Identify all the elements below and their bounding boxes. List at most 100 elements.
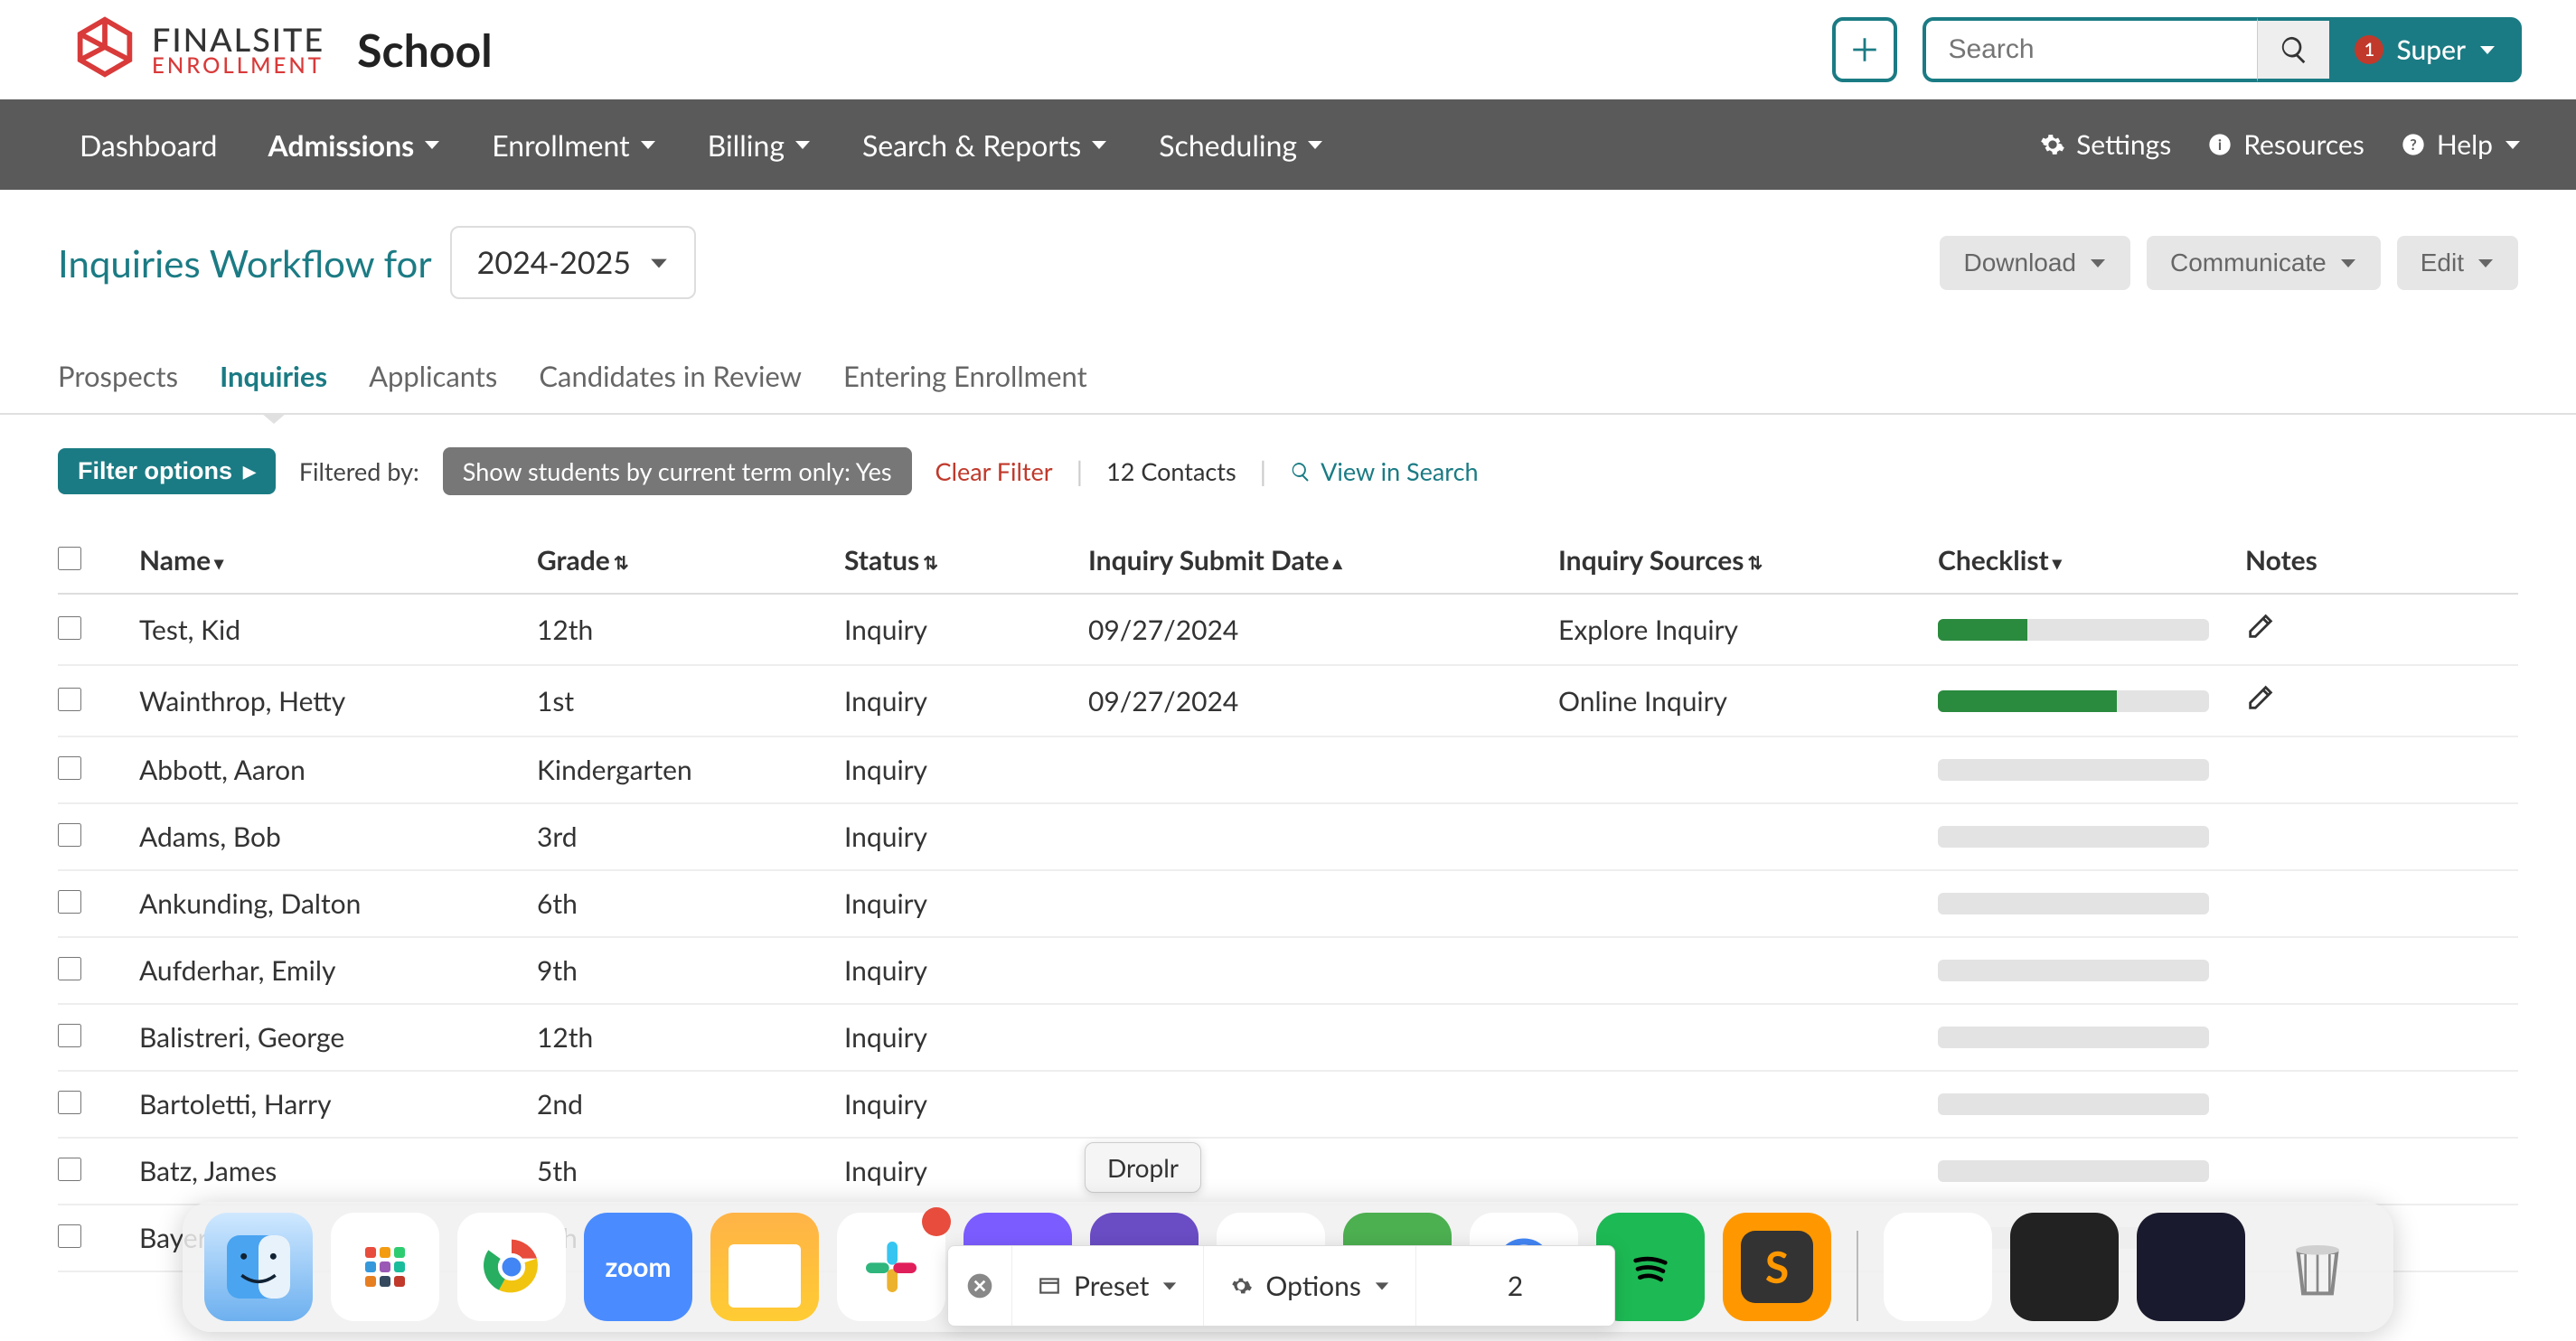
workflow-tabs: Prospects Inquiries Applicants Candidate…: [0, 317, 2576, 415]
sort-icon: ⇅: [614, 552, 629, 574]
dock-trash-icon[interactable]: [2263, 1213, 2372, 1321]
cell-name[interactable]: Balistreri, George: [139, 1021, 537, 1054]
row-checkbox[interactable]: [58, 1158, 81, 1181]
cell-name[interactable]: Aufderhar, Emily: [139, 954, 537, 987]
sort-icon: ⇅: [1747, 552, 1763, 574]
edit-note-icon[interactable]: [2245, 615, 2276, 648]
year-selector[interactable]: 2024-2025: [450, 226, 696, 299]
chevron-down-icon: [1306, 136, 1324, 154]
cell-name[interactable]: Ankunding, Dalton: [139, 887, 537, 920]
col-submit-date[interactable]: Inquiry Submit Date▴: [1088, 544, 1558, 577]
chevron-down-icon: [1161, 1278, 1178, 1294]
cell-name[interactable]: Adams, Bob: [139, 821, 537, 853]
cell-name[interactable]: Batz, James: [139, 1155, 537, 1187]
nav-help[interactable]: ?Help: [2401, 128, 2522, 161]
school-name: School: [357, 23, 493, 77]
cell-grade: 5th: [537, 1155, 844, 1187]
row-checkbox[interactable]: [58, 957, 81, 980]
row-checkbox[interactable]: [58, 823, 81, 847]
cell-source: Explore Inquiry: [1558, 614, 1938, 646]
bottom-options-button[interactable]: Options: [1203, 1246, 1415, 1326]
search-button[interactable]: [2257, 17, 2329, 82]
cell-notes[interactable]: [2245, 611, 2518, 648]
nav-scheduling[interactable]: Scheduling: [1133, 127, 1349, 163]
sort-desc-icon: ▾: [214, 552, 223, 574]
cell-checklist: [1938, 893, 2245, 914]
nav-resources[interactable]: iResources: [2207, 128, 2364, 161]
row-checkbox[interactable]: [58, 1091, 81, 1114]
col-sources[interactable]: Inquiry Sources⇅: [1558, 544, 1938, 577]
nav-settings[interactable]: Settings: [2040, 128, 2171, 161]
table-header: Name▾ Grade⇅ Status⇅ Inquiry Submit Date…: [58, 522, 2518, 595]
dock-window-thumb[interactable]: [2137, 1213, 2245, 1321]
cell-name[interactable]: Abbott, Aaron: [139, 754, 537, 786]
dock-slack-icon[interactable]: [837, 1213, 945, 1321]
nav-dashboard[interactable]: Dashboard: [54, 127, 242, 163]
cell-name[interactable]: Wainthrop, Hetty: [139, 685, 537, 717]
edit-note-icon[interactable]: [2245, 687, 2276, 719]
download-button[interactable]: Download: [1940, 236, 2130, 290]
sort-asc-icon: ▴: [1333, 552, 1342, 574]
row-checkbox[interactable]: [58, 1224, 81, 1248]
col-status[interactable]: Status⇅: [844, 544, 1088, 577]
col-notes: Notes: [2245, 544, 2518, 577]
nav-enrollment[interactable]: Enrollment: [466, 127, 682, 163]
bottom-preset-button[interactable]: Preset: [1011, 1246, 1203, 1326]
add-button[interactable]: [1832, 17, 1897, 82]
col-name[interactable]: Name▾: [139, 544, 537, 577]
clear-filter-link[interactable]: Clear Filter: [935, 456, 1053, 486]
dock-chrome-icon[interactable]: [457, 1213, 566, 1321]
nav-admissions[interactable]: Admissions: [242, 127, 466, 163]
bottom-toolbar: Preset Options 2: [947, 1245, 1615, 1327]
edit-button[interactable]: Edit: [2397, 236, 2518, 290]
cell-name[interactable]: Bartoletti, Harry: [139, 1088, 537, 1121]
dock-window-thumb[interactable]: [1884, 1213, 1992, 1321]
top-header: FINALSITE ENROLLMENT School 1 Super: [0, 0, 2576, 99]
table-row: Bartoletti, Harry2ndInquiry: [58, 1072, 2518, 1139]
table-row: Test, Kid12thInquiry09/27/2024Explore In…: [58, 595, 2518, 666]
bottom-close-button[interactable]: [948, 1271, 1011, 1300]
cell-grade: 3rd: [537, 821, 844, 853]
communicate-button[interactable]: Communicate: [2147, 236, 2381, 290]
col-checklist[interactable]: Checklist▾: [1938, 544, 2245, 577]
tab-applicants[interactable]: Applicants: [369, 359, 497, 413]
year-value: 2024-2025: [477, 244, 631, 281]
tab-inquiries[interactable]: Inquiries: [220, 359, 327, 413]
bottom-count: 2: [1415, 1246, 1614, 1326]
row-checkbox[interactable]: [58, 688, 81, 711]
notification-badge: 1: [2355, 35, 2383, 64]
contact-count: 12 Contacts: [1106, 456, 1236, 486]
tab-entering[interactable]: Entering Enrollment: [843, 359, 1087, 413]
row-checkbox[interactable]: [58, 616, 81, 640]
col-grade[interactable]: Grade⇅: [537, 544, 844, 577]
filter-chip[interactable]: Show students by current term only: Yes: [443, 447, 912, 495]
dock-window-thumb[interactable]: [2010, 1213, 2119, 1321]
cell-status: Inquiry: [844, 754, 1088, 786]
user-menu[interactable]: 1 Super: [2329, 17, 2522, 82]
select-all-checkbox[interactable]: [58, 547, 81, 570]
divider: |: [1260, 455, 1267, 488]
cell-notes[interactable]: [2245, 682, 2518, 719]
nav-search-reports[interactable]: Search & Reports: [837, 127, 1133, 163]
cell-checklist: [1938, 690, 2245, 712]
svg-text:?: ?: [2410, 136, 2417, 154]
logo-line2: ENROLLMENT: [152, 55, 324, 77]
tab-prospects[interactable]: Prospects: [58, 359, 178, 413]
cell-name[interactable]: Test, Kid: [139, 614, 537, 646]
tab-candidates[interactable]: Candidates in Review: [539, 359, 802, 413]
view-in-search-link[interactable]: View in Search: [1290, 456, 1478, 486]
dock-notes-icon[interactable]: [710, 1213, 819, 1321]
row-checkbox[interactable]: [58, 890, 81, 914]
row-checkbox[interactable]: [58, 1024, 81, 1047]
logo-text: FINALSITE ENROLLMENT: [152, 23, 324, 77]
filter-options-button[interactable]: Filter options ▶: [58, 448, 276, 494]
dock-separator: [1857, 1231, 1858, 1321]
search-input[interactable]: [1923, 17, 2257, 82]
nav-billing[interactable]: Billing: [682, 127, 837, 163]
row-checkbox[interactable]: [58, 756, 81, 780]
dock-zoom-icon[interactable]: zoom: [584, 1213, 692, 1321]
dock-sublime-icon[interactable]: S: [1723, 1213, 1831, 1321]
main-nav: Dashboard Admissions Enrollment Billing …: [0, 99, 2576, 190]
dock-finder-icon[interactable]: [204, 1213, 313, 1321]
dock-launchpad-icon[interactable]: [331, 1213, 439, 1321]
